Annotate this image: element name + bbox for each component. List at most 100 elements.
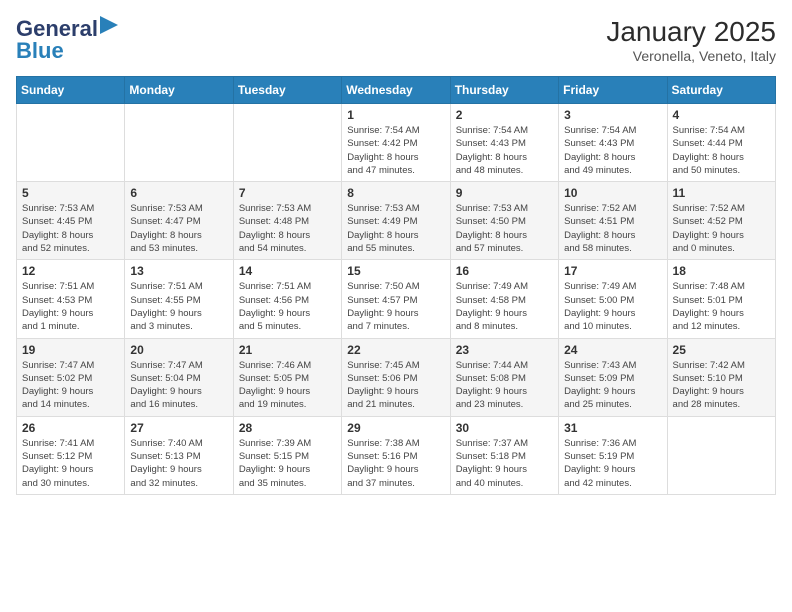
calendar-cell: 1Sunrise: 7:54 AM Sunset: 4:42 PM Daylig… [342, 104, 450, 182]
calendar-cell: 30 Sunrise: 7:37 AM Sunset: 5:18 PM Dayli… [450, 416, 558, 494]
day-info: Sunrise: 7:52 AM Sunset: 4:52 PM Dayligh… [673, 202, 770, 255]
day-number: 28 [239, 421, 336, 435]
calendar-cell: 9 Sunrise: 7:53 AM Sunset: 4:50 PM Daylig… [450, 182, 558, 260]
calendar-cell: 12 Sunrise: 7:51 AM Sunset: 4:53 PM Dayli… [17, 260, 125, 338]
calendar-cell [233, 104, 341, 182]
day-number: 13 [130, 264, 227, 278]
weekday-header-thursday: Thursday [450, 77, 558, 104]
weekday-header-wednesday: Wednesday [342, 77, 450, 104]
day-info: Sunrise: 7:37 AM Sunset: 5:18 PM Dayligh… [456, 437, 553, 490]
day-info: Sunrise: 7:49 AM Sunset: 4:58 PM Dayligh… [456, 280, 553, 333]
day-number: 26 [22, 421, 119, 435]
day-info: Sunrise: 7:50 AM Sunset: 4:57 PM Dayligh… [347, 280, 444, 333]
calendar-cell: 16 Sunrise: 7:49 AM Sunset: 4:58 PM Dayli… [450, 260, 558, 338]
day-info: Sunrise: 7:43 AM Sunset: 5:09 PM Dayligh… [564, 359, 661, 412]
day-number: 10 [564, 186, 661, 200]
day-number: 27 [130, 421, 227, 435]
logo: General Blue [16, 16, 118, 64]
day-info: Sunrise: 7:46 AM Sunset: 5:05 PM Dayligh… [239, 359, 336, 412]
day-number: 3 [564, 108, 661, 122]
day-number: 24 [564, 343, 661, 357]
day-number: 2 [456, 108, 553, 122]
day-info: Sunrise: 7:38 AM Sunset: 5:16 PM Dayligh… [347, 437, 444, 490]
calendar-cell: 19Sunrise: 7:47 AM Sunset: 5:02 PM Dayli… [17, 338, 125, 416]
day-number: 16 [456, 264, 553, 278]
calendar-cell [667, 416, 775, 494]
day-number: 7 [239, 186, 336, 200]
day-info: Sunrise: 7:51 AM Sunset: 4:53 PM Dayligh… [22, 280, 119, 333]
day-info: Sunrise: 7:45 AM Sunset: 5:06 PM Dayligh… [347, 359, 444, 412]
day-number: 30 [456, 421, 553, 435]
calendar-week-1: 1Sunrise: 7:54 AM Sunset: 4:42 PM Daylig… [17, 104, 776, 182]
calendar-cell: 11Sunrise: 7:52 AM Sunset: 4:52 PM Dayli… [667, 182, 775, 260]
calendar-cell: 23 Sunrise: 7:44 AM Sunset: 5:08 PM Dayli… [450, 338, 558, 416]
day-info: Sunrise: 7:54 AM Sunset: 4:42 PM Dayligh… [347, 124, 444, 177]
day-number: 23 [456, 343, 553, 357]
day-info: Sunrise: 7:53 AM Sunset: 4:50 PM Dayligh… [456, 202, 553, 255]
day-number: 29 [347, 421, 444, 435]
day-number: 31 [564, 421, 661, 435]
calendar-cell: 5 Sunrise: 7:53 AM Sunset: 4:45 PM Daylig… [17, 182, 125, 260]
day-info: Sunrise: 7:47 AM Sunset: 5:02 PM Dayligh… [22, 359, 119, 412]
calendar-week-3: 12 Sunrise: 7:51 AM Sunset: 4:53 PM Dayli… [17, 260, 776, 338]
day-info: Sunrise: 7:47 AM Sunset: 5:04 PM Dayligh… [130, 359, 227, 412]
day-number: 12 [22, 264, 119, 278]
page-title: January 2025 [606, 16, 776, 48]
calendar-cell: 26 Sunrise: 7:41 AM Sunset: 5:12 PM Dayli… [17, 416, 125, 494]
day-info: Sunrise: 7:36 AM Sunset: 5:19 PM Dayligh… [564, 437, 661, 490]
weekday-header-row: SundayMondayTuesdayWednesdayThursdayFrid… [17, 77, 776, 104]
calendar-cell: 8Sunrise: 7:53 AM Sunset: 4:49 PM Daylig… [342, 182, 450, 260]
day-info: Sunrise: 7:41 AM Sunset: 5:12 PM Dayligh… [22, 437, 119, 490]
day-number: 9 [456, 186, 553, 200]
calendar-cell: 2 Sunrise: 7:54 AM Sunset: 4:43 PM Daylig… [450, 104, 558, 182]
day-info: Sunrise: 7:54 AM Sunset: 4:43 PM Dayligh… [564, 124, 661, 177]
calendar-cell: 25 Sunrise: 7:42 AM Sunset: 5:10 PM Dayli… [667, 338, 775, 416]
day-number: 4 [673, 108, 770, 122]
calendar-cell [125, 104, 233, 182]
day-number: 18 [673, 264, 770, 278]
day-info: Sunrise: 7:42 AM Sunset: 5:10 PM Dayligh… [673, 359, 770, 412]
calendar-cell: 29 Sunrise: 7:38 AM Sunset: 5:16 PM Dayli… [342, 416, 450, 494]
day-number: 20 [130, 343, 227, 357]
calendar-cell: 6 Sunrise: 7:53 AM Sunset: 4:47 PM Daylig… [125, 182, 233, 260]
calendar-table: SundayMondayTuesdayWednesdayThursdayFrid… [16, 76, 776, 495]
day-number: 6 [130, 186, 227, 200]
day-info: Sunrise: 7:53 AM Sunset: 4:48 PM Dayligh… [239, 202, 336, 255]
day-info: Sunrise: 7:49 AM Sunset: 5:00 PM Dayligh… [564, 280, 661, 333]
calendar-cell: 24 Sunrise: 7:43 AM Sunset: 5:09 PM Dayli… [559, 338, 667, 416]
day-info: Sunrise: 7:40 AM Sunset: 5:13 PM Dayligh… [130, 437, 227, 490]
day-info: Sunrise: 7:54 AM Sunset: 4:43 PM Dayligh… [456, 124, 553, 177]
calendar-cell: 20 Sunrise: 7:47 AM Sunset: 5:04 PM Dayli… [125, 338, 233, 416]
logo-blue: Blue [16, 38, 64, 64]
calendar-cell: 13 Sunrise: 7:51 AM Sunset: 4:55 PM Dayli… [125, 260, 233, 338]
day-info: Sunrise: 7:44 AM Sunset: 5:08 PM Dayligh… [456, 359, 553, 412]
calendar-cell: 22Sunrise: 7:45 AM Sunset: 5:06 PM Dayli… [342, 338, 450, 416]
day-info: Sunrise: 7:51 AM Sunset: 4:55 PM Dayligh… [130, 280, 227, 333]
calendar-cell: 10Sunrise: 7:52 AM Sunset: 4:51 PM Dayli… [559, 182, 667, 260]
calendar-cell [17, 104, 125, 182]
calendar-cell: 4Sunrise: 7:54 AM Sunset: 4:44 PM Daylig… [667, 104, 775, 182]
calendar-cell: 14Sunrise: 7:51 AM Sunset: 4:56 PM Dayli… [233, 260, 341, 338]
day-number: 17 [564, 264, 661, 278]
day-number: 14 [239, 264, 336, 278]
calendar-week-2: 5 Sunrise: 7:53 AM Sunset: 4:45 PM Daylig… [17, 182, 776, 260]
title-block: January 2025 Veronella, Veneto, Italy [606, 16, 776, 64]
day-info: Sunrise: 7:48 AM Sunset: 5:01 PM Dayligh… [673, 280, 770, 333]
calendar-cell: 27 Sunrise: 7:40 AM Sunset: 5:13 PM Dayli… [125, 416, 233, 494]
weekday-header-tuesday: Tuesday [233, 77, 341, 104]
calendar-week-4: 19Sunrise: 7:47 AM Sunset: 5:02 PM Dayli… [17, 338, 776, 416]
day-number: 5 [22, 186, 119, 200]
weekday-header-monday: Monday [125, 77, 233, 104]
day-info: Sunrise: 7:53 AM Sunset: 4:47 PM Dayligh… [130, 202, 227, 255]
day-info: Sunrise: 7:39 AM Sunset: 5:15 PM Dayligh… [239, 437, 336, 490]
weekday-header-friday: Friday [559, 77, 667, 104]
logo-arrow-icon [100, 16, 118, 34]
calendar-cell: 28 Sunrise: 7:39 AM Sunset: 5:15 PM Dayli… [233, 416, 341, 494]
day-info: Sunrise: 7:53 AM Sunset: 4:45 PM Dayligh… [22, 202, 119, 255]
calendar-cell: 17 Sunrise: 7:49 AM Sunset: 5:00 PM Dayli… [559, 260, 667, 338]
calendar-cell: 3 Sunrise: 7:54 AM Sunset: 4:43 PM Daylig… [559, 104, 667, 182]
calendar-week-5: 26 Sunrise: 7:41 AM Sunset: 5:12 PM Dayli… [17, 416, 776, 494]
day-number: 25 [673, 343, 770, 357]
calendar-cell: 7 Sunrise: 7:53 AM Sunset: 4:48 PM Daylig… [233, 182, 341, 260]
page-subtitle: Veronella, Veneto, Italy [606, 48, 776, 64]
